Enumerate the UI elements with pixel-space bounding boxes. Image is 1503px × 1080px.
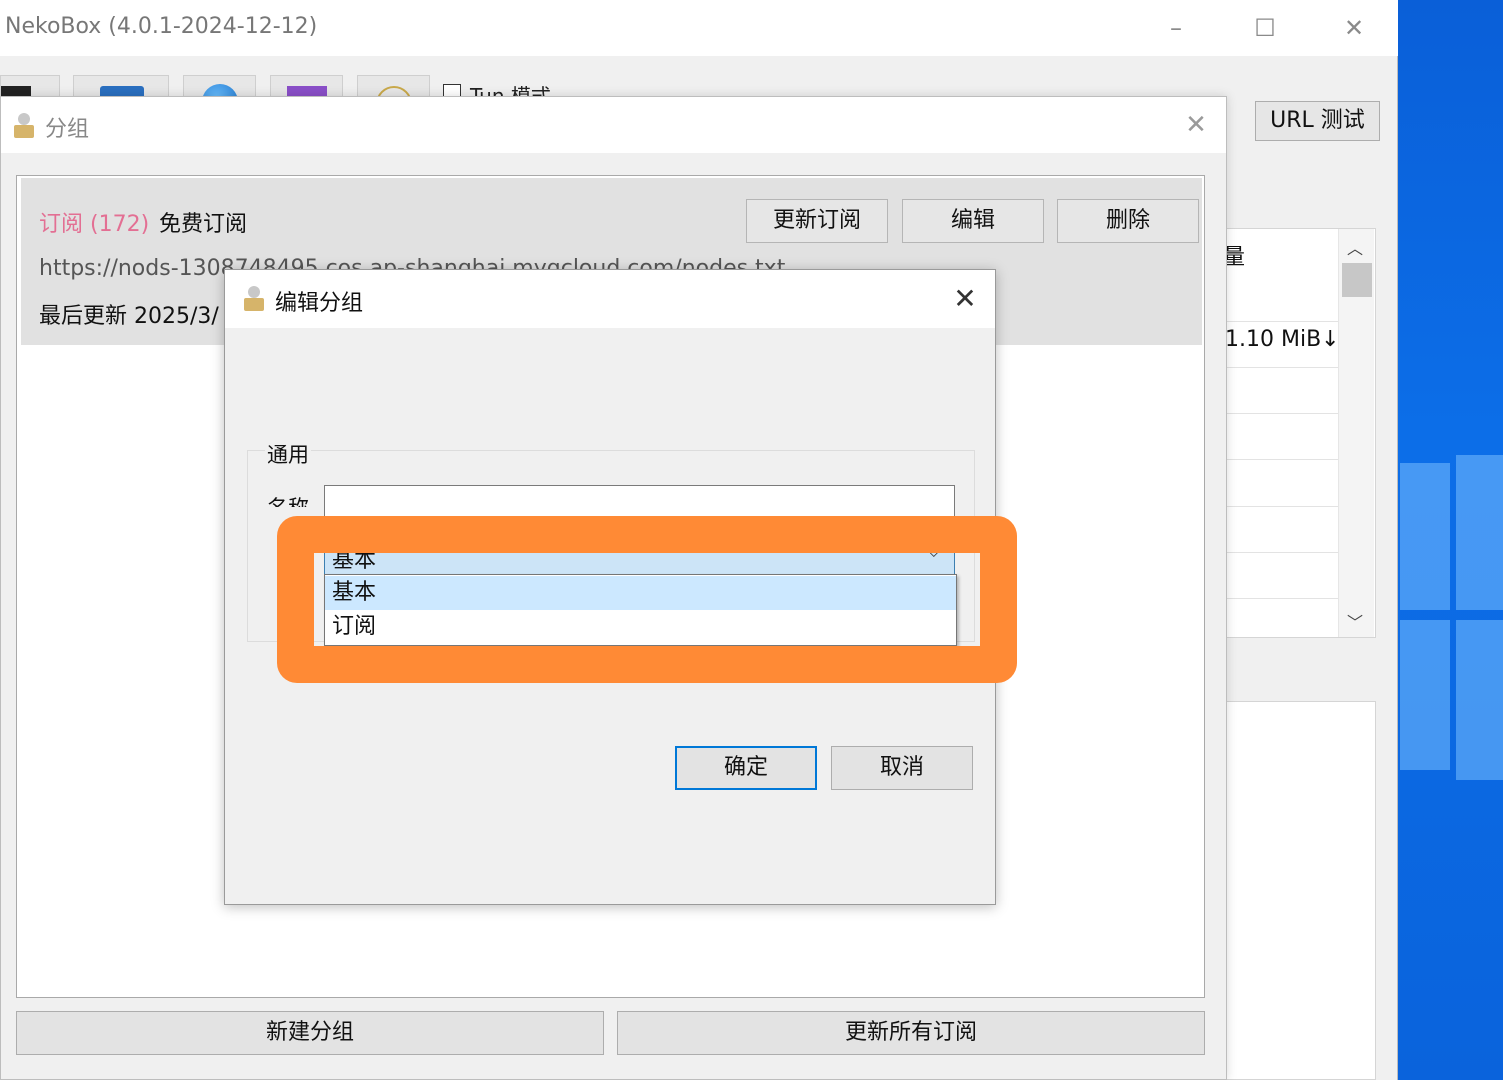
windows-logo-pane	[1400, 463, 1450, 610]
scroll-down-icon[interactable]: ﹀	[1347, 609, 1363, 633]
table-row[interactable]	[1227, 553, 1339, 599]
close-icon[interactable]: ✕	[1331, 10, 1377, 46]
minimize-icon[interactable]: –	[1153, 10, 1199, 46]
windows-logo-pane	[1456, 620, 1503, 780]
log-panel[interactable]	[1226, 701, 1376, 1080]
group-name: 免费订阅	[159, 212, 248, 237]
scrollbar-thumb[interactable]	[1342, 263, 1372, 297]
edit-dialog-titlebar: 编辑分组 ✕	[225, 270, 995, 328]
desktop-background	[1398, 0, 1503, 1080]
update-subscription-button[interactable]: 更新订阅	[746, 199, 888, 243]
highlight-annotation	[277, 516, 1017, 683]
table-row[interactable]	[1227, 229, 1339, 322]
table-row[interactable]	[1227, 507, 1339, 553]
update-all-subscriptions-button[interactable]: 更新所有订阅	[617, 1011, 1205, 1055]
group-dialog-title: 分组	[45, 117, 90, 142]
group-last-update: 最后更新 2025/3/	[39, 304, 219, 329]
delete-group-button[interactable]: 删除	[1057, 199, 1199, 243]
cancel-button[interactable]: 取消	[831, 746, 973, 790]
table-row[interactable]	[1227, 368, 1339, 414]
table-scrollbar[interactable]: ︿ ﹀	[1338, 229, 1374, 637]
main-window-title: NekoBox (4.0.1-2024-12-12)	[5, 14, 318, 39]
windows-logo-pane	[1456, 455, 1503, 610]
scroll-up-icon[interactable]: ︿	[1347, 235, 1363, 259]
group-dialog-titlebar: 分组 ✕	[1, 97, 1226, 153]
windows-logo-pane	[1400, 620, 1450, 770]
maximize-icon[interactable]: ☐	[1242, 10, 1288, 46]
main-titlebar: NekoBox (4.0.1-2024-12-12) – ☐ ✕	[0, 0, 1398, 56]
ok-button[interactable]: 确定	[675, 746, 817, 790]
edit-dialog-title: 编辑分组	[275, 291, 364, 316]
new-group-button[interactable]: 新建分组	[16, 1011, 604, 1055]
url-test-button[interactable]: URL 测试	[1255, 101, 1380, 141]
table-row[interactable]	[1227, 414, 1339, 460]
app-icon	[14, 113, 34, 138]
name-label: 名称	[267, 492, 309, 507]
edit-group-button[interactable]: 编辑	[902, 199, 1044, 243]
close-icon[interactable]: ✕	[1176, 107, 1216, 143]
app-icon	[244, 286, 264, 311]
group-type-tag: 订阅 (172)	[39, 212, 150, 237]
table-row[interactable]	[1227, 322, 1339, 368]
table-row[interactable]	[1227, 460, 1339, 507]
general-section-title: 通用	[265, 439, 311, 469]
close-icon[interactable]: ✕	[943, 281, 987, 317]
